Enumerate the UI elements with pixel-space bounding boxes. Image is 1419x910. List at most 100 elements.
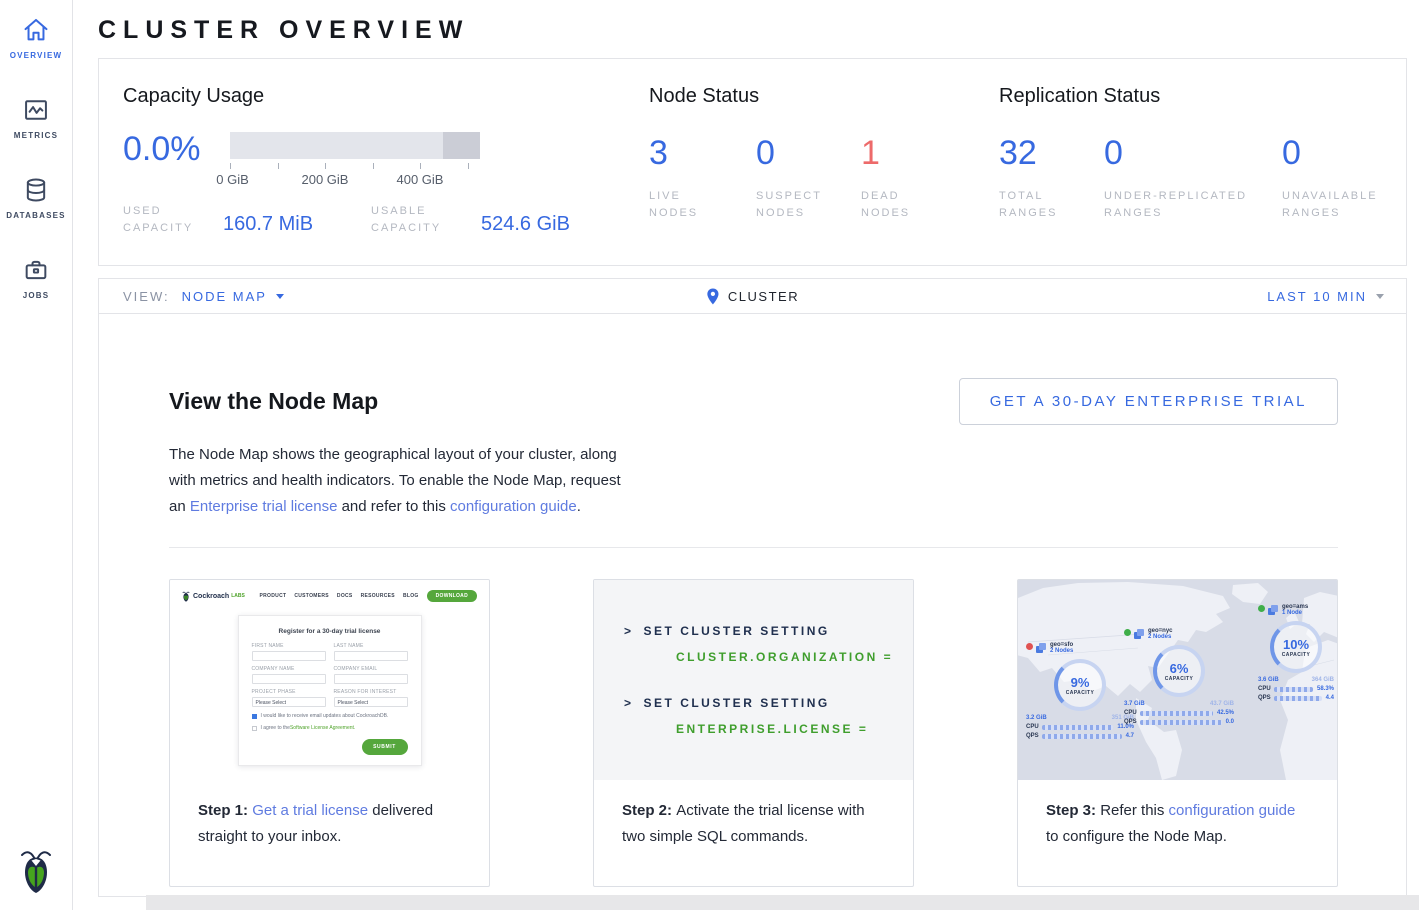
used-value: 3.7 GiB (1124, 701, 1145, 707)
step-3-caption: Step 3: Refer this configuration guide t… (1018, 792, 1337, 850)
qps-value: 4.7 (1126, 733, 1134, 739)
enterprise-trial-button[interactable]: GET A 30-DAY ENTERPRISE TRIAL (959, 378, 1338, 425)
select-input: Please Select (252, 697, 326, 707)
sidebar-item-label: METRICS (14, 131, 58, 140)
view-selector-value: NODE MAP (182, 289, 267, 304)
license-agreement-link: Software License Agreement. (290, 725, 355, 731)
step-1-caption: Step 1: Get a trial license delivered st… (170, 792, 489, 850)
cpu-value: 42.5% (1217, 710, 1234, 716)
qps-value: 0.0 (1226, 719, 1234, 725)
live-nodes-cell: 3 LIVE NODES (649, 136, 756, 222)
sql-prompt: > (624, 696, 634, 710)
get-trial-license-link[interactable]: Get a trial license (252, 802, 368, 819)
capacity-percent: 6% (1170, 661, 1189, 676)
configuration-guide-link[interactable]: configuration guide (1169, 802, 1296, 819)
live-nodes-value: 3 (649, 136, 756, 170)
live-status-dot (1258, 605, 1265, 612)
capacity-bar-reserved (443, 132, 481, 159)
sidebar-item-databases[interactable]: DATABASES (0, 160, 72, 240)
chart-icon (22, 96, 50, 124)
nav-item: CUSTOMERS (294, 593, 329, 599)
node-map-title: View the Node Map (169, 388, 378, 415)
sql-command: SET CLUSTER SETTING (644, 696, 830, 710)
logo-suffix: LABS (231, 593, 245, 599)
field-label: PROJECT PHASE (252, 689, 326, 695)
unavailable-ranges-cell: 0 UNAVAILABLE RANGES (1282, 136, 1397, 222)
field-label: COMPANY EMAIL (334, 666, 408, 672)
cpu-label: CPU (1026, 724, 1042, 730)
map-region-nyc: geo=nyc 2 Nodes 6% CAPACITY 3.7 GiB (1124, 628, 1234, 725)
main-content: CLUSTER OVERVIEW Capacity Usage 0.0% (73, 0, 1419, 910)
cpu-label: CPU (1258, 686, 1274, 692)
capacity-label: CAPACITY (1165, 676, 1193, 682)
under-replicated-label: UNDER-REPLICATED RANGES (1104, 188, 1269, 222)
qps-bar (1274, 696, 1322, 701)
axis-tick (278, 163, 279, 169)
step-label: Step 2: (622, 802, 676, 819)
usable-capacity-value: 524.6 GiB (481, 213, 570, 236)
briefcase-icon (22, 256, 50, 284)
bottom-strip (146, 895, 1419, 910)
qps-value: 4.4 (1326, 695, 1334, 701)
map-region-sfo: geo=sfo 2 Nodes 9% CAPACITY 3.2 GiB (1026, 642, 1134, 739)
field-label: COMPANY NAME (252, 666, 326, 672)
axis-tick-label: 200 GiB (302, 172, 349, 187)
sidebar: OVERVIEW METRICS DATABASES (0, 0, 73, 910)
configuration-guide-link[interactable]: configuration guide (450, 498, 577, 515)
unavailable-ranges-label: UNAVAILABLE RANGES (1282, 188, 1397, 222)
text-input (252, 651, 326, 661)
used-value: 3.6 GiB (1258, 677, 1279, 683)
checkbox-unchecked (252, 726, 257, 731)
used-capacity-label: USED CAPACITY (123, 203, 223, 236)
qps-bar (1042, 734, 1122, 739)
field-label: FIRST NAME (252, 643, 326, 649)
under-replicated-cell: 0 UNDER-REPLICATED RANGES (1104, 136, 1282, 222)
capacity-bar: 0 GiB 200 GiB 400 GiB (230, 132, 480, 195)
enterprise-trial-license-link[interactable]: Enterprise trial license (190, 498, 338, 515)
axis-tick (230, 163, 231, 169)
sidebar-item-metrics[interactable]: METRICS (0, 80, 72, 160)
step-2-caption: Step 2: Activate the trial license with … (594, 792, 913, 850)
replication-status-section: Replication Status 32 TOTAL RANGES 0 UND… (999, 59, 1406, 265)
checkbox-label: I agree to the (261, 725, 290, 731)
text-input (252, 674, 326, 684)
summary-panel: Capacity Usage 0.0% (98, 58, 1407, 266)
step-text: to configure the Node Map. (1046, 828, 1227, 845)
dead-status-dot (1026, 643, 1033, 650)
sidebar-item-overview[interactable]: OVERVIEW (0, 0, 72, 80)
cpu-bar (1274, 687, 1313, 692)
minisite-nav: PRODUCT CUSTOMERS DOCS RESOURCES BLOG DO… (260, 590, 477, 602)
trial-registration-form: Register for a 30-day trial license FIRS… (238, 615, 422, 766)
total-ranges-cell: 32 TOTAL RANGES (999, 136, 1104, 222)
submit-button: SUBMIT (362, 739, 408, 755)
unavailable-ranges-value: 0 (1282, 136, 1397, 170)
capacity-label: CAPACITY (1282, 652, 1310, 658)
total-value: 43.7 GiB (1210, 701, 1234, 707)
view-bar: VIEW: NODE MAP CLUSTER LAST 10 MIN (98, 278, 1407, 314)
view-label: VIEW: (123, 289, 170, 304)
step-text: Refer this (1100, 802, 1168, 819)
cockroach-labs-logo: Cockroach LABS (182, 591, 245, 602)
sql-commands-block: > SET CLUSTER SETTING CLUSTER.ORGANIZATIO… (594, 580, 913, 780)
suspect-nodes-value: 0 (756, 136, 861, 170)
cpu-value: 58.3% (1317, 686, 1334, 692)
sidebar-item-jobs[interactable]: JOBS (0, 240, 72, 320)
dead-nodes-label: DEAD NODES (861, 188, 921, 222)
nodes-icon (1267, 604, 1279, 616)
download-button: DOWNLOAD (427, 590, 477, 602)
usable-capacity-label: USABLE CAPACITY (371, 203, 481, 236)
capacity-usage-section: Capacity Usage 0.0% (99, 59, 649, 265)
time-range-dropdown[interactable]: LAST 10 MIN (1267, 289, 1384, 304)
step-3-card: geo=sfo 2 Nodes 9% CAPACITY 3.2 GiB (1017, 579, 1338, 887)
sidebar-item-label: OVERVIEW (10, 51, 63, 60)
sql-setting: CLUSTER.ORGANIZATION = (676, 650, 913, 664)
under-replicated-value: 0 (1104, 136, 1282, 170)
total-value: 364 GiB (1312, 677, 1334, 683)
text-input (334, 651, 408, 661)
page-title: CLUSTER OVERVIEW (73, 0, 1419, 58)
cockroach-logo (18, 848, 54, 894)
view-selector-dropdown[interactable]: NODE MAP (182, 289, 284, 304)
breadcrumb: CLUSTER (706, 288, 799, 305)
capacity-percent: 10% (1283, 637, 1309, 652)
nav-item: DOCS (337, 593, 353, 599)
